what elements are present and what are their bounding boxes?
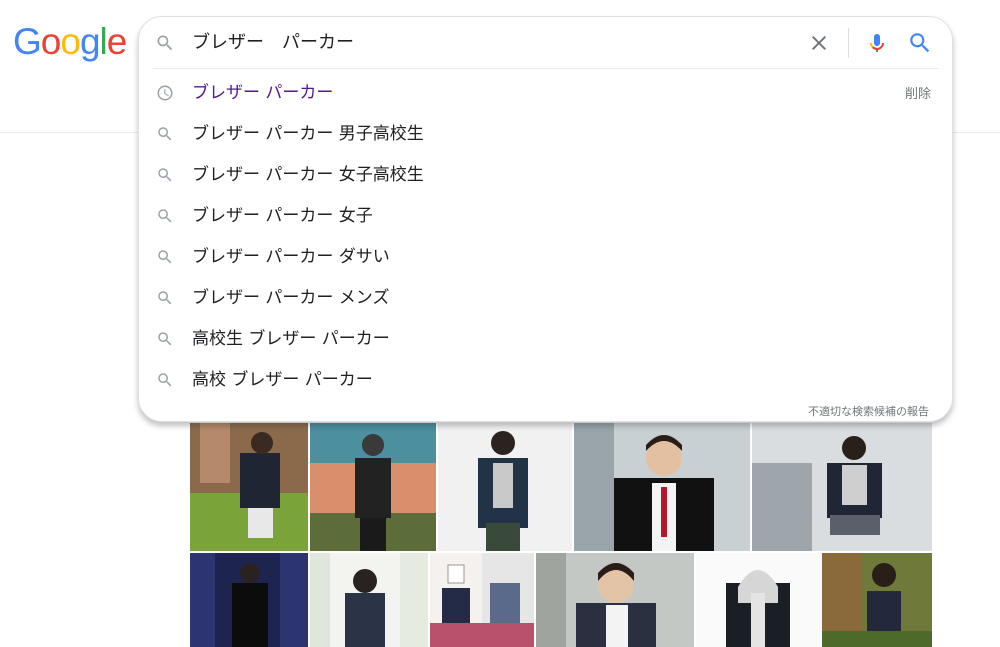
suggestion-item[interactable]: ブレザー パーカー 削除 bbox=[139, 73, 952, 113]
delete-history-link[interactable]: 削除 bbox=[905, 83, 931, 102]
image-result[interactable] bbox=[310, 423, 436, 551]
image-results bbox=[190, 421, 932, 647]
search-divider bbox=[848, 28, 849, 58]
image-result[interactable] bbox=[190, 423, 308, 551]
mic-icon[interactable] bbox=[865, 30, 889, 56]
suggestion-text: 高校生 ブレザー パーカー bbox=[192, 329, 390, 349]
logo-letter-o2: o bbox=[60, 21, 81, 62]
search-icon bbox=[158, 250, 172, 264]
image-result[interactable] bbox=[190, 553, 308, 647]
logo-letter-o1: o bbox=[40, 21, 62, 62]
suggestion-text: ブレザー パーカー 男子高校生 bbox=[192, 124, 424, 144]
logo-letter-g2: g bbox=[79, 21, 101, 62]
image-result[interactable] bbox=[696, 553, 820, 647]
suggestion-item[interactable]: ブレザー パーカー 男子高校生 bbox=[139, 114, 952, 154]
suggestion-item[interactable]: ブレザー パーカー ダサい bbox=[139, 237, 952, 277]
logo-letter-l: l bbox=[99, 21, 108, 62]
suggestion-item[interactable]: ブレザー パーカー 女子高校生 bbox=[139, 155, 952, 195]
image-result[interactable] bbox=[822, 553, 932, 647]
image-result[interactable] bbox=[536, 553, 694, 647]
close-icon[interactable] bbox=[807, 31, 831, 55]
suggestion-text: ブレザー パーカー 女子高校生 bbox=[192, 165, 424, 185]
search-submit-icon[interactable] bbox=[907, 30, 933, 56]
suggestion-item[interactable]: 高校生 ブレザー パーカー bbox=[139, 319, 952, 359]
google-logo[interactable]: Google bbox=[13, 21, 128, 62]
suggestion-text: ブレザー パーカー ダサい bbox=[192, 247, 390, 267]
suggestion-text: ブレザー パーカー 女子 bbox=[192, 206, 373, 226]
search-icon bbox=[158, 291, 172, 305]
image-result[interactable] bbox=[574, 423, 750, 551]
logo-letter-e: e bbox=[106, 21, 128, 62]
search-bar: ブレザー パーカー bbox=[139, 17, 952, 69]
dropdown-divider bbox=[153, 68, 938, 69]
logo-letter-g: G bbox=[13, 21, 42, 62]
suggestion-text: ブレザー パーカー メンズ bbox=[192, 288, 390, 308]
search-icon bbox=[158, 373, 172, 387]
suggestion-item[interactable]: ブレザー パーカー 女子 bbox=[139, 196, 952, 236]
search-icon bbox=[158, 127, 172, 141]
search-icon bbox=[158, 168, 172, 182]
image-result[interactable] bbox=[752, 423, 932, 551]
search-input[interactable]: ブレザー パーカー bbox=[192, 29, 354, 57]
search-icon bbox=[158, 332, 172, 346]
image-result[interactable] bbox=[430, 553, 534, 647]
suggestion-text: 高校 ブレザー パーカー bbox=[192, 370, 373, 390]
suggestion-text: ブレザー パーカー bbox=[192, 83, 334, 103]
image-result[interactable] bbox=[438, 423, 572, 551]
report-suggestions-link[interactable]: 不適切な検索候補の報告 bbox=[808, 403, 929, 419]
suggestion-item[interactable]: ブレザー パーカー メンズ bbox=[139, 278, 952, 318]
search-suggestions-panel: ブレザー パーカー ブレザー パーカー 削除 ブレザー パーカー 男子高校生 ブ… bbox=[138, 16, 953, 422]
image-result[interactable] bbox=[310, 553, 428, 647]
search-icon bbox=[158, 209, 172, 223]
history-icon bbox=[157, 85, 173, 101]
search-icon bbox=[157, 35, 173, 51]
suggestion-item[interactable]: 高校 ブレザー パーカー bbox=[139, 360, 952, 400]
